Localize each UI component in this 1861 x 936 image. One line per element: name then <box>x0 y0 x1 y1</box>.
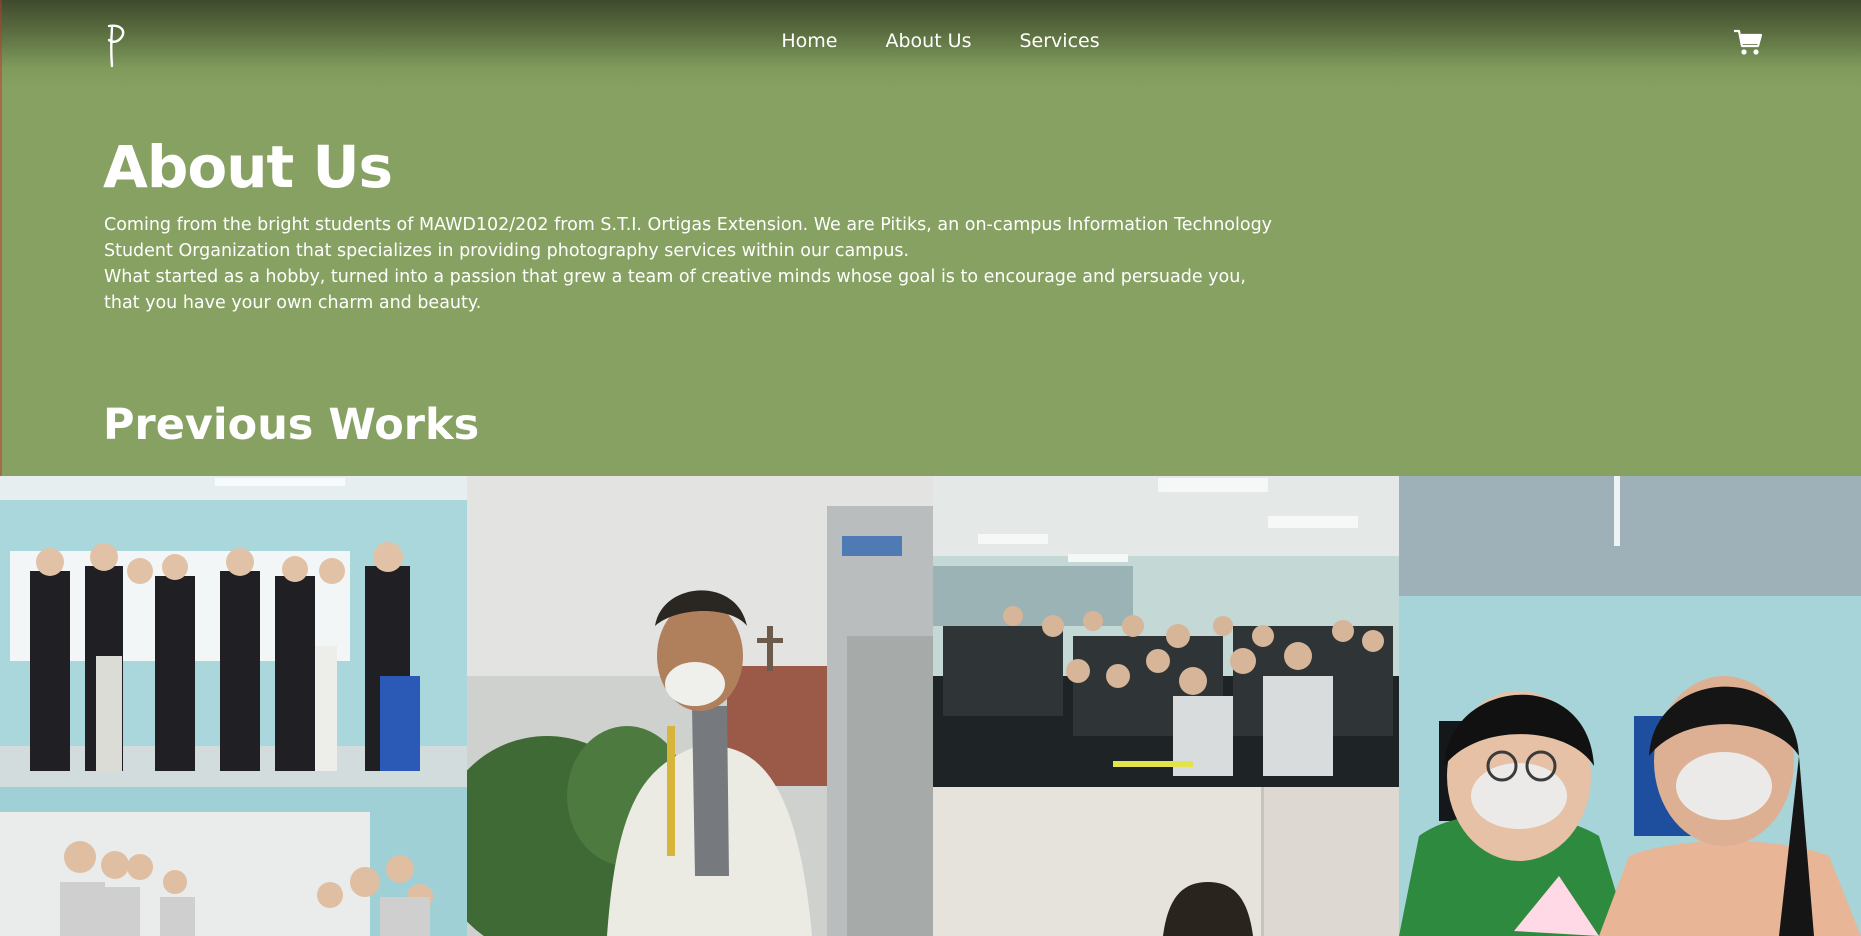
photo-gallery <box>0 476 1861 936</box>
nav-about-us[interactable]: About Us <box>885 30 971 52</box>
previous-works-title: Previous Works <box>103 400 480 450</box>
about-paragraph-1: Coming from the bright students of MAWD1… <box>104 215 1273 261</box>
about-title: About Us <box>103 133 393 201</box>
photo-girl-portrait[interactable] <box>933 787 1399 936</box>
nav-services[interactable]: Services <box>1020 30 1100 52</box>
about-description: Coming from the bright students of MAWD1… <box>104 212 1284 316</box>
shopping-cart-icon[interactable] <box>1733 28 1763 56</box>
photo-group-blazers[interactable] <box>0 476 467 787</box>
photo-student-outdoor[interactable] <box>467 476 933 936</box>
photo-two-girls-peace-sign[interactable] <box>1399 476 1861 936</box>
about-paragraph-2: What started as a hobby, turned into a p… <box>104 267 1246 313</box>
photo-group-classroom[interactable] <box>0 787 467 936</box>
nav-home[interactable]: Home <box>781 30 837 52</box>
photo-classroom-crowd[interactable] <box>933 476 1399 787</box>
main-nav: Home About Us Services <box>0 30 1861 52</box>
